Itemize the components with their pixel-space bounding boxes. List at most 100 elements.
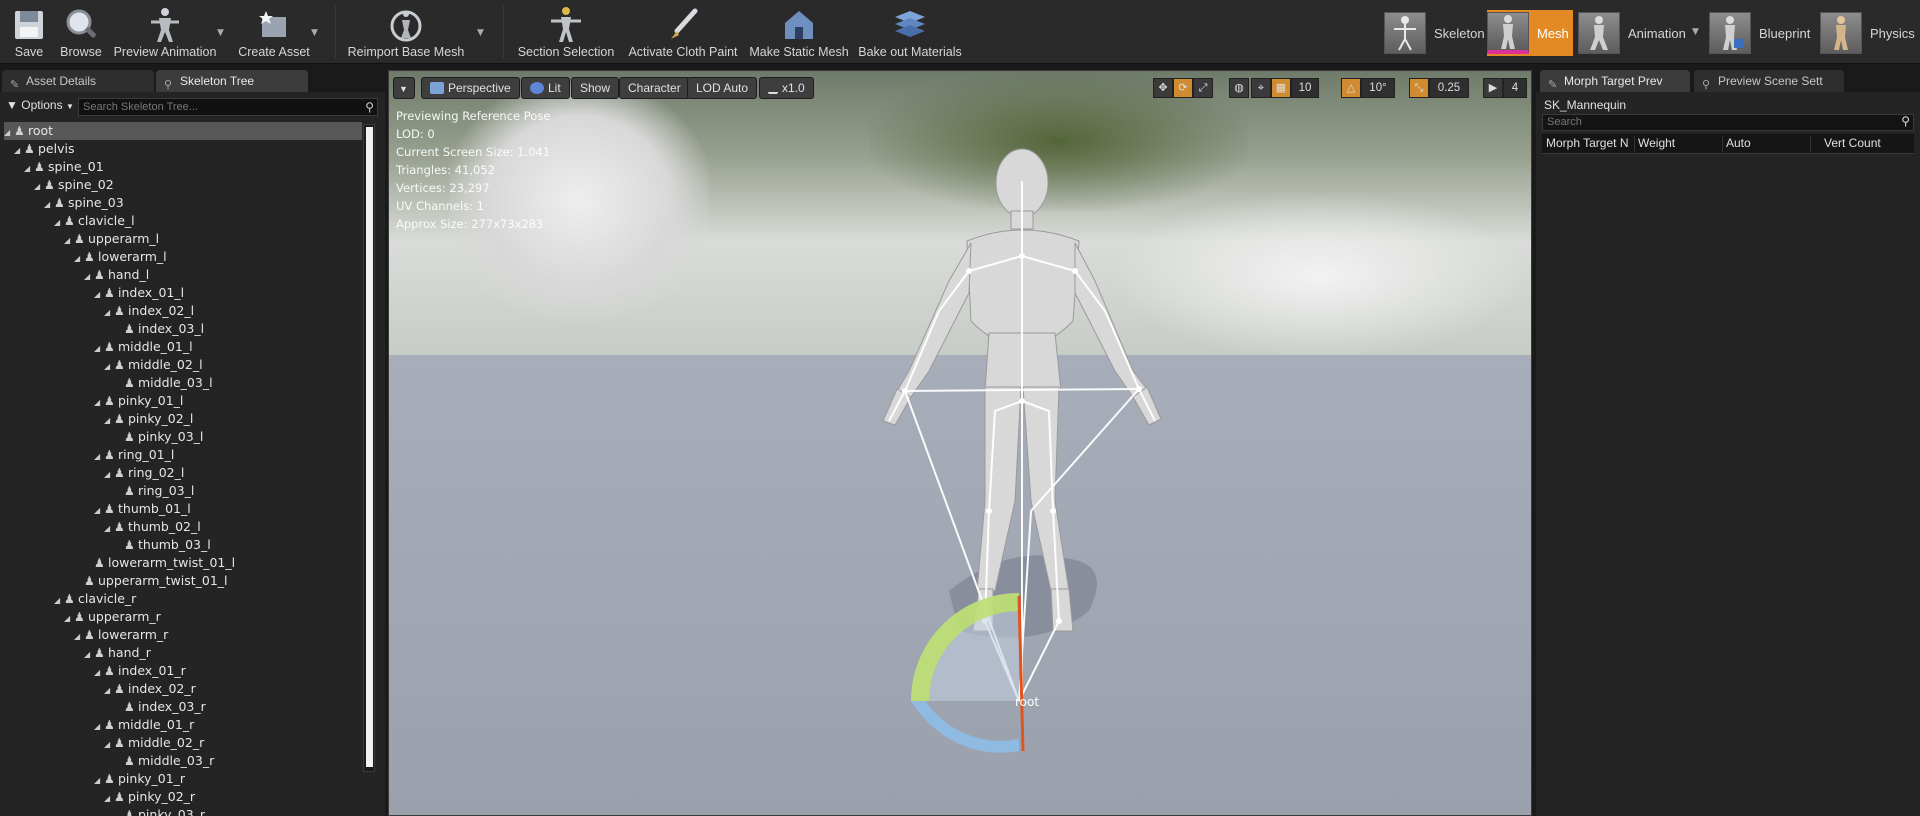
camera-speed-value[interactable]: 4: [1503, 78, 1527, 98]
show-button[interactable]: Show: [571, 77, 620, 99]
bone-row[interactable]: ◢ ♟ thumb_01_l: [4, 500, 362, 518]
mode-mesh-button[interactable]: Mesh: [1487, 10, 1573, 56]
playback-speed-button[interactable]: x1.0: [759, 77, 814, 99]
tab-asset-details[interactable]: ✎ Asset Details: [2, 70, 154, 92]
create-asset-button[interactable]: Create Asset: [238, 2, 310, 62]
column-vert-count[interactable]: Vert Count: [1824, 136, 1881, 150]
bone-row[interactable]: ♟ ring_03_l: [4, 482, 362, 500]
bone-row[interactable]: ◢ ♟ ring_01_l: [4, 446, 362, 464]
make-static-mesh-button[interactable]: Make Static Mesh: [749, 2, 849, 62]
tab-preview-scene-settings[interactable]: ⚲ Preview Scene Sett: [1694, 70, 1844, 92]
bone-row[interactable]: ◢ ♟ pinky_01_l: [4, 392, 362, 410]
bone-icon: ♟: [64, 592, 75, 606]
create-asset-dropdown[interactable]: ▼: [311, 28, 321, 38]
bone-row[interactable]: ◢ ♟ middle_01_l: [4, 338, 362, 356]
bone-row[interactable]: ◢ ♟ pinky_02_l: [4, 410, 362, 428]
bone-row[interactable]: ♟ pinky_03_l: [4, 428, 362, 446]
morph-search-input[interactable]: Search ⚲: [1542, 114, 1914, 131]
reimport-base-mesh-button[interactable]: Reimport Base Mesh: [348, 2, 464, 62]
tab-skeleton-tree[interactable]: ⚲ Skeleton Tree: [156, 70, 308, 92]
bone-row[interactable]: ◢ ♟ index_01_r: [4, 662, 362, 680]
rotate-mode-icon[interactable]: ⟳: [1173, 78, 1193, 98]
bone-icon: ♟: [84, 250, 95, 264]
grid-snap-value[interactable]: 10: [1291, 78, 1319, 98]
rotation-snap-icon[interactable]: △: [1341, 78, 1361, 98]
scale-mode-icon[interactable]: ⤢: [1193, 78, 1213, 98]
surface-snap-icon[interactable]: ⌖: [1251, 78, 1271, 98]
bone-row[interactable]: ◢ ♟ hand_r: [4, 644, 362, 662]
bone-row[interactable]: ◢ ♟ spine_01: [4, 158, 362, 176]
bone-name: middle_02_r: [128, 735, 205, 750]
mode-blueprint-button[interactable]: Blueprint: [1709, 10, 1810, 56]
rotation-snap-value[interactable]: 10°: [1361, 78, 1395, 98]
preview-viewport[interactable]: root ▼ Perspective Lit Show Character LO…: [388, 70, 1532, 816]
bone-row[interactable]: ◢ ♟ index_01_l: [4, 284, 362, 302]
bone-row[interactable]: ◢ ♟ spine_02: [4, 176, 362, 194]
bone-row[interactable]: ♟ pinky_03_r: [4, 806, 362, 816]
preview-animation-button[interactable]: Preview Animation: [113, 2, 217, 62]
bone-row[interactable]: ◢ ♟ middle_02_l: [4, 356, 362, 374]
scale-snap-icon[interactable]: ⤡: [1409, 78, 1429, 98]
bone-row[interactable]: ◢ ♟ hand_l: [4, 266, 362, 284]
bone-row[interactable]: ◢ ♟ spine_03: [4, 194, 362, 212]
bone-row[interactable]: ◢ ♟ index_02_r: [4, 680, 362, 698]
bone-row[interactable]: ♟ lowerarm_twist_01_l: [4, 554, 362, 572]
column-weight[interactable]: Weight: [1638, 136, 1675, 150]
section-selection-button[interactable]: Section Selection: [518, 2, 614, 62]
bone-row[interactable]: ◢ ♟ thumb_02_l: [4, 518, 362, 536]
bone-row[interactable]: ♟ thumb_03_l: [4, 536, 362, 554]
bone-row[interactable]: ◢ ♟ pinky_01_r: [4, 770, 362, 788]
info-line: Current Screen Size: 1.041: [396, 145, 551, 159]
bone-row[interactable]: ◢ ♟ pelvis: [4, 140, 362, 158]
camera-speed-icon[interactable]: ▶: [1483, 78, 1503, 98]
options-button[interactable]: ▼ Options ▼: [6, 98, 74, 116]
character-button[interactable]: Character: [619, 77, 690, 99]
translate-mode-icon[interactable]: ✥: [1153, 78, 1173, 98]
bone-row[interactable]: ◢ ♟ ring_02_l: [4, 464, 362, 482]
activate-cloth-paint-button[interactable]: Activate Cloth Paint: [627, 2, 739, 62]
bone-row[interactable]: ♟ index_03_l: [4, 320, 362, 338]
toolbar-separator: [335, 6, 336, 58]
bone-name: lowerarm_twist_01_l: [108, 555, 236, 570]
bone-row[interactable]: ◢ ♟ root: [4, 122, 362, 140]
bone-row[interactable]: ◢ ♟ middle_01_r: [4, 716, 362, 734]
bone-row[interactable]: ◢ ♟ pinky_02_r: [4, 788, 362, 806]
mode-animation-button[interactable]: Animation: [1578, 10, 1686, 56]
bone-row[interactable]: ◢ ♟ lowerarm_l: [4, 248, 362, 266]
lit-button[interactable]: Lit: [521, 77, 570, 99]
tab-morph-target-preview[interactable]: ✎ Morph Target Prev: [1540, 70, 1690, 92]
column-auto[interactable]: Auto: [1726, 136, 1751, 150]
browse-button[interactable]: Browse: [58, 2, 104, 62]
lod-auto-button[interactable]: LOD Auto: [687, 77, 758, 99]
mode-physics-button[interactable]: Physics: [1820, 10, 1915, 56]
bone-row[interactable]: ◢ ♟ lowerarm_r: [4, 626, 362, 644]
save-button[interactable]: Save: [10, 2, 48, 62]
preview-animation-dropdown[interactable]: ▼: [217, 28, 227, 38]
bone-row[interactable]: ◢ ♟ middle_02_r: [4, 734, 362, 752]
viewport-options-button[interactable]: ▼: [393, 77, 415, 99]
bone-row[interactable]: ◢ ♟ index_02_l: [4, 302, 362, 320]
bone-row[interactable]: ◢ ♟ upperarm_l: [4, 230, 362, 248]
animation-mode-dropdown[interactable]: ▼: [1692, 27, 1702, 37]
bake-out-materials-button[interactable]: Bake out Materials: [858, 2, 962, 62]
grid-snap-icon[interactable]: ▦: [1271, 78, 1291, 98]
bone-row[interactable]: ♟ middle_03_r: [4, 752, 362, 770]
tree-scrollbar[interactable]: [363, 124, 375, 772]
world-local-icon[interactable]: ◍: [1229, 78, 1249, 98]
scale-snap-value[interactable]: 0.25: [1429, 78, 1469, 98]
bone-row[interactable]: ♟ upperarm_twist_01_l: [4, 572, 362, 590]
bone-icon: ♟: [124, 700, 135, 714]
bone-icon: ♟: [114, 520, 125, 534]
tree-scrollbar-thumb[interactable]: [366, 127, 373, 767]
bone-row[interactable]: ◢ ♟ clavicle_r: [4, 590, 362, 608]
bone-row[interactable]: ♟ middle_03_l: [4, 374, 362, 392]
perspective-button[interactable]: Perspective: [421, 77, 520, 99]
bone-row[interactable]: ◢ ♟ upperarm_r: [4, 608, 362, 626]
column-morph-target-name[interactable]: Morph Target N: [1546, 136, 1628, 150]
bone-name: lowerarm_l: [98, 249, 167, 264]
skeleton-search-input[interactable]: Search Skeleton Tree... ⚲: [78, 98, 378, 116]
bone-row[interactable]: ◢ ♟ clavicle_l: [4, 212, 362, 230]
bone-row[interactable]: ♟ index_03_r: [4, 698, 362, 716]
reimport-dropdown[interactable]: ▼: [477, 28, 487, 38]
mode-skeleton-button[interactable]: Skeleton: [1384, 10, 1485, 56]
